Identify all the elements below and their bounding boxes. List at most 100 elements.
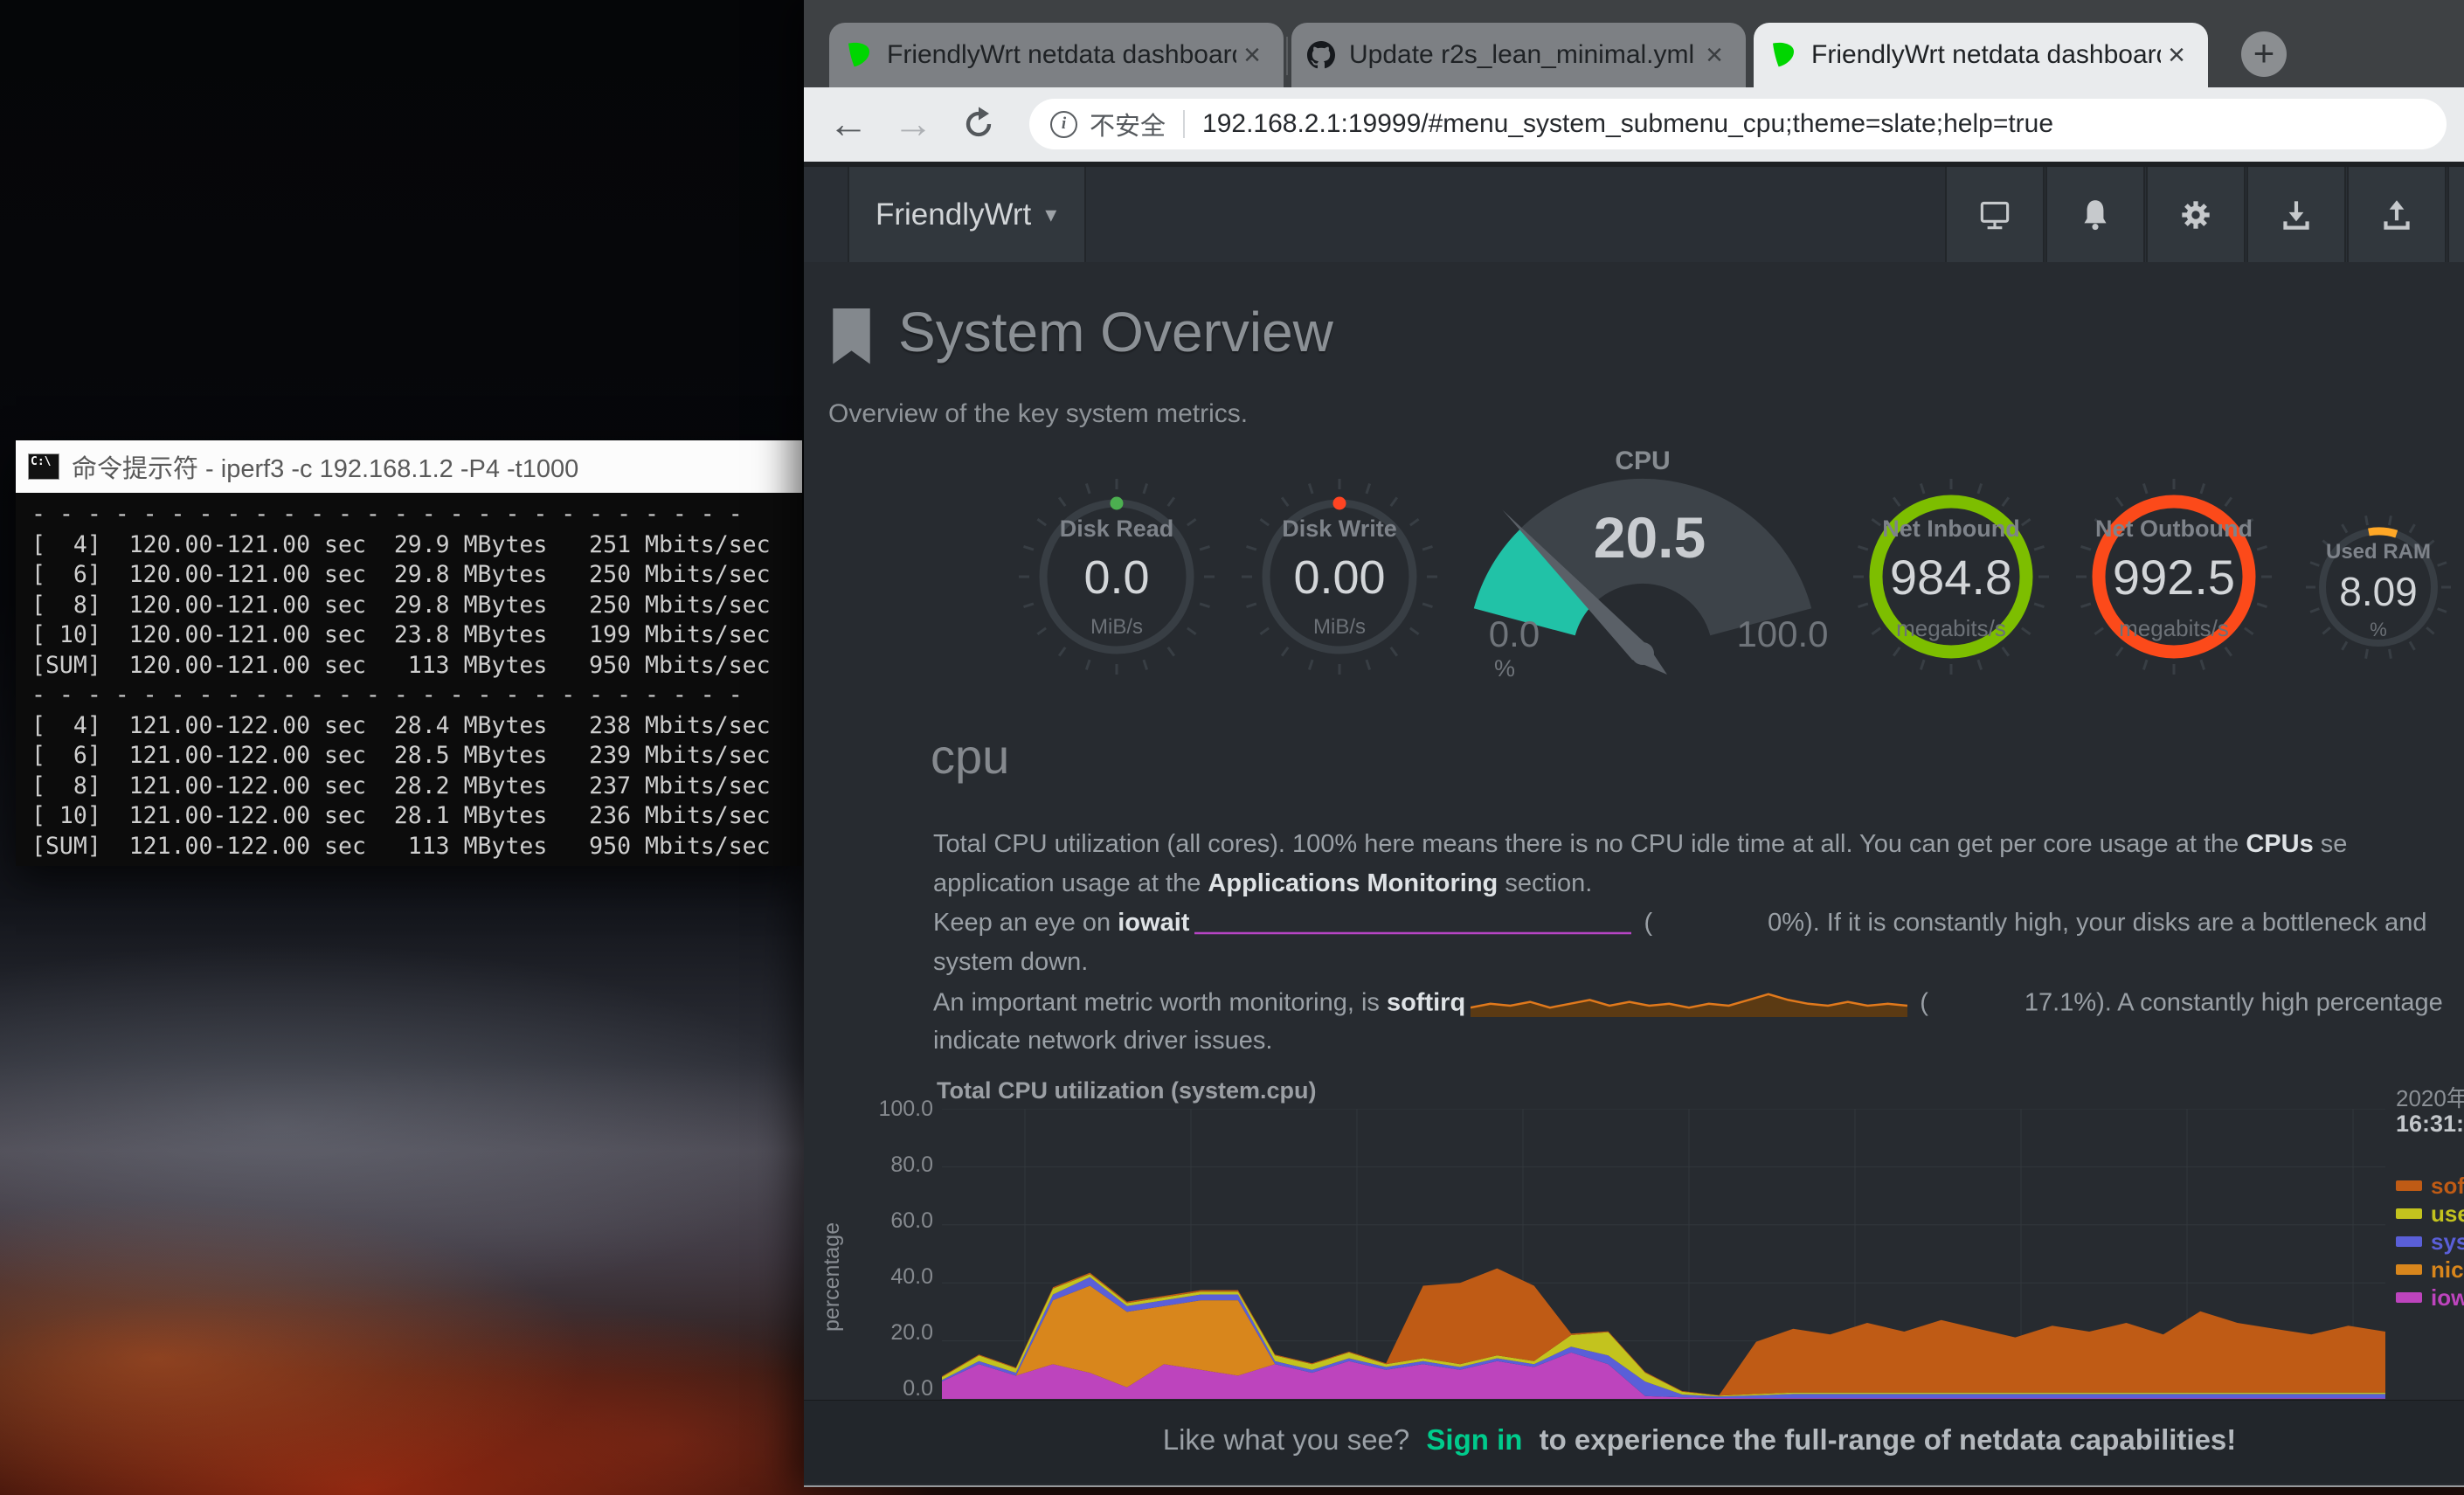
terminal-titlebar[interactable]: C:\ 命令提示符 - iperf3 -c 192.168.1.2 -P4 -t… — [16, 440, 802, 493]
terminal-output-line: [SUM] 121.00-122.00 sec 113 MBytes 950 M… — [31, 832, 786, 862]
plus-icon: + — [2253, 32, 2275, 73]
legend-item-softirq[interactable]: softirq — [2396, 1172, 2464, 1200]
gauge-value: 20.5 — [1594, 505, 1706, 570]
cpu-description-line-2: application usage at the Applications Mo… — [933, 869, 1592, 909]
gauge-cpu[interactable]: 20.5 0.0 100.0 % — [1450, 391, 1835, 680]
chart-title: Total CPU utilization (system.cpu) — [937, 1077, 1317, 1104]
legend-label: softirq — [2431, 1173, 2464, 1200]
y-axis-title: percentage — [820, 1172, 845, 1381]
terminal-output-line: [ 4] 120.00-121.00 sec 29.9 MBytes 251 M… — [31, 530, 786, 561]
gauge-dot — [1111, 497, 1124, 510]
host-dropdown[interactable]: FriendlyWrt ▾ — [848, 167, 1086, 262]
page-subtitle: Overview of the key system metrics. — [828, 399, 1248, 429]
alarms-button[interactable] — [2045, 167, 2145, 262]
gauge-label: Net Inbound — [1846, 516, 2056, 543]
terminal-output-line: [SUM] 120.00-121.00 sec 113 MBytes 950 M… — [31, 651, 786, 682]
legend-swatch — [2396, 1208, 2422, 1219]
gauge-unit: megabits/s — [2069, 615, 2279, 642]
legend-label: iowait — [2431, 1284, 2464, 1312]
chart-timestamp-date: 2020年3 — [2396, 1081, 2464, 1113]
monitor-icon — [1975, 195, 2015, 235]
close-icon[interactable]: × — [2161, 39, 2192, 71]
cpu-description-line-3: Keep an eye on iowait (0%). If it is con… — [933, 909, 2427, 948]
terminal-output-line: [ 6] 121.00-122.00 sec 28.5 MBytes 239 M… — [31, 741, 786, 772]
tab-strip: FriendlyWrt netdata dashboard × Update r… — [804, 0, 2464, 87]
forward-icon[interactable]: → — [893, 100, 933, 147]
tab-friendlywrt-netdata-active[interactable]: FriendlyWrt netdata dashboard × — [1754, 23, 2208, 87]
import-button[interactable] — [2246, 167, 2346, 262]
gauge-dot — [1333, 497, 1346, 510]
gauge-unit: MiB/s — [1235, 615, 1444, 640]
gauge-unit: % — [2300, 619, 2457, 641]
gear-icon — [2176, 195, 2216, 235]
terminal-title: 命令提示符 - iperf3 -c 192.168.1.2 -P4 -t1000 — [72, 448, 578, 485]
back-icon[interactable]: ← — [828, 100, 869, 147]
more-button-clipped[interactable] — [2447, 167, 2464, 262]
gauge-max: 100.0 — [1736, 613, 1828, 654]
reload-icon[interactable] — [958, 103, 1000, 145]
tab-github-update[interactable]: Update r2s_lean_minimal.yml · k × — [1291, 23, 1746, 87]
gauge-value: 984.8 — [1846, 549, 2056, 606]
y-axis-tick: 100.0 — [828, 1097, 933, 1122]
url-divider — [1183, 110, 1185, 138]
gauge-label: Used RAM — [2300, 540, 2457, 564]
url-text[interactable]: 192.168.2.1:19999/#menu_system_submenu_c… — [1202, 109, 2053, 139]
legend-item-nice[interactable]: nice — [2396, 1256, 2464, 1284]
nodes-view-button[interactable] — [1945, 167, 2045, 262]
gauge-value: 0.0 — [1012, 550, 1222, 605]
legend-item-system[interactable]: system — [2396, 1228, 2464, 1256]
terminal-body[interactable]: - - - - - - - - - - - - - - - - - - - - … — [16, 493, 802, 866]
terminal-output-line: - - - - - - - - - - - - - - - - - - - - … — [31, 500, 786, 530]
terminal-output-line: [ 8] 121.00-122.00 sec 28.2 MBytes 237 M… — [31, 772, 786, 802]
gauge-unit: megabits/s — [1846, 615, 2056, 642]
close-icon[interactable]: × — [1699, 39, 1730, 71]
softirq-sparkline — [1471, 987, 1907, 1021]
export-button[interactable] — [2347, 167, 2447, 262]
terminal-output-line: - - - - - - - - - - - - - - - - - - - - … — [31, 681, 786, 711]
chart-timestamp-time: 16:31:2 — [2396, 1111, 2464, 1138]
cpu-utilization-chart[interactable] — [942, 1109, 2385, 1399]
legend-swatch — [2396, 1264, 2422, 1275]
tab-title: Update r2s_lean_minimal.yml · k — [1349, 40, 1699, 70]
gauge-net-inbound[interactable]: Net Inbound 984.8 megabits/s — [1846, 472, 2056, 682]
info-icon[interactable]: i — [1050, 111, 1077, 138]
gauge-value: 992.5 — [2069, 549, 2279, 606]
cmd-icon: C:\ — [28, 453, 59, 480]
tab-friendlywrt-netdata-1[interactable]: FriendlyWrt netdata dashboard × — [829, 23, 1284, 87]
tab-title: FriendlyWrt netdata dashboard — [887, 40, 1236, 70]
tab-title: FriendlyWrt netdata dashboard — [1811, 40, 2161, 70]
github-icon — [1307, 41, 1335, 69]
legend-swatch — [2396, 1292, 2422, 1303]
page-title: System Overview — [898, 300, 1333, 364]
gauge-label: Disk Read — [1012, 516, 1222, 543]
gauge-unit: % — [1494, 655, 1515, 680]
gauge-value: 0.00 — [1235, 550, 1444, 605]
new-tab-button[interactable]: + — [2241, 31, 2287, 77]
cpu-description-line-6: indicate network driver issues. — [933, 1027, 1272, 1066]
gauge-used-ram[interactable]: Used RAM 8.09 % — [2300, 509, 2457, 666]
security-label[interactable]: 不安全 — [1090, 106, 1166, 142]
gauge-disk-read[interactable]: Disk Read 0.0 MiB/s — [1012, 472, 1222, 682]
netdata-icon — [1769, 41, 1797, 69]
legend-swatch — [2396, 1180, 2422, 1191]
terminal-output-line: [ 8] 120.00-121.00 sec 29.8 MBytes 250 M… — [31, 591, 786, 621]
terminal-output-line: [ 4] 121.00-122.00 sec 28.4 MBytes 238 M… — [31, 711, 786, 742]
legend-item-iowait[interactable]: iowait — [2396, 1284, 2464, 1312]
gauge-disk-write[interactable]: Disk Write 0.00 MiB/s — [1235, 472, 1444, 682]
download-icon — [2276, 195, 2316, 235]
terminal-window: C:\ 命令提示符 - iperf3 -c 192.168.1.2 -P4 -t… — [16, 440, 802, 866]
close-icon[interactable]: × — [1236, 39, 1268, 71]
legend-label: nice — [2431, 1256, 2464, 1284]
section-heading-cpu: cpu — [931, 728, 1009, 785]
host-name: FriendlyWrt — [876, 197, 1031, 232]
legend-item-user[interactable]: user — [2396, 1200, 2464, 1228]
terminal-output-line: [ 6] 120.00-121.00 sec 29.8 MBytes 250 M… — [31, 560, 786, 591]
settings-button[interactable] — [2146, 167, 2246, 262]
gauge-min: 0.0 — [1489, 613, 1540, 654]
netdata-navbar: FriendlyWrt ▾ — [804, 167, 2464, 262]
signin-link[interactable]: Sign in — [1426, 1423, 1522, 1456]
chart-legend: softirqusersystemniceiowait — [2396, 1172, 2464, 1312]
address-bar[interactable]: i 不安全 192.168.2.1:19999/#menu_system_sub… — [1029, 99, 2447, 149]
gauge-net-outbound[interactable]: Net Outbound 992.5 megabits/s — [2069, 472, 2279, 682]
gauge-label: Disk Write — [1235, 516, 1444, 543]
